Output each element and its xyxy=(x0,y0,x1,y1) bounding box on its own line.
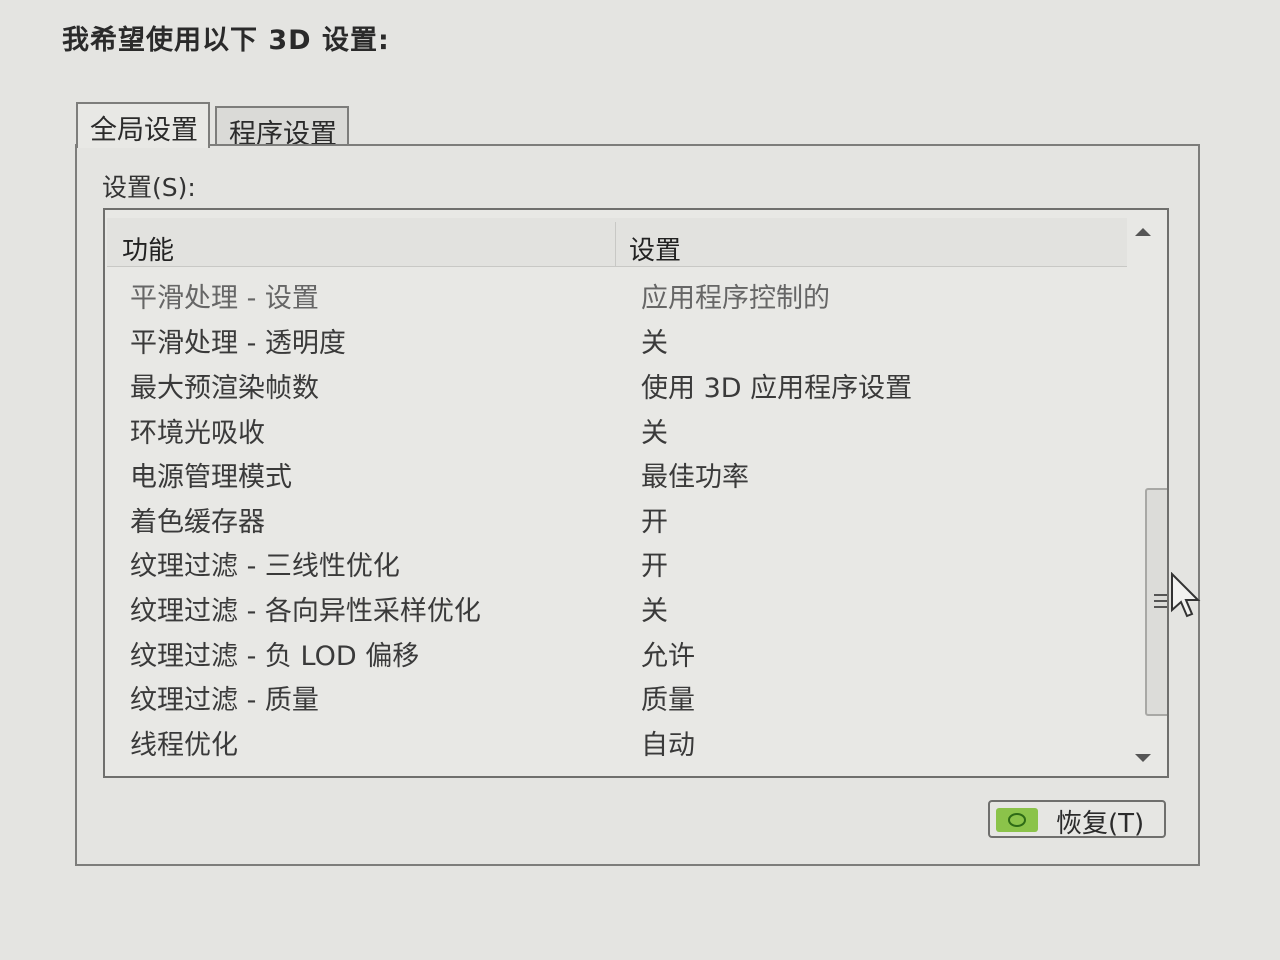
tab-program-settings[interactable]: 程序设置 xyxy=(215,106,349,150)
table-row[interactable]: 最大预渲染帧数 使用 3D 应用程序设置 xyxy=(105,360,1125,404)
settings-list[interactable]: 功能 设置 平滑处理 - 设置 应用程序控制的 平滑处理 - 透明度 关 最大预… xyxy=(103,208,1169,778)
feature-name: 最大预渲染帧数 xyxy=(130,373,319,404)
nvidia-logo-icon xyxy=(996,808,1038,832)
feature-value: 关 xyxy=(641,596,668,627)
feature-name: 纹理过滤 - 质量 xyxy=(130,685,319,716)
feature-value: 自动 xyxy=(641,730,695,761)
feature-name: 平滑处理 - 设置 xyxy=(130,283,319,314)
mouse-cursor-icon xyxy=(1171,572,1201,618)
feature-name: 电源管理模式 xyxy=(130,462,292,493)
table-row[interactable]: 平滑处理 - 透明度 关 xyxy=(105,315,1125,359)
grip-icon xyxy=(1154,594,1167,608)
feature-value: 允许 xyxy=(641,641,695,672)
scroll-up-arrow-icon[interactable] xyxy=(1135,228,1151,236)
table-row[interactable]: 线程优化 自动 xyxy=(105,717,1125,761)
restore-button-label: 恢复(T) xyxy=(1056,809,1145,839)
feature-name: 线程优化 xyxy=(130,730,238,761)
feature-value: 应用程序控制的 xyxy=(641,283,830,314)
feature-value: 开 xyxy=(641,507,668,538)
table-row[interactable]: 电源管理模式 最佳功率 xyxy=(105,449,1125,493)
feature-value: 最佳功率 xyxy=(641,462,749,493)
scroll-thumb[interactable] xyxy=(1145,488,1167,716)
table-row[interactable]: 纹理过滤 - 三线性优化 开 xyxy=(105,538,1125,582)
settings-label: 设置(S): xyxy=(102,173,196,202)
column-header-setting[interactable]: 设置 xyxy=(629,230,681,267)
restore-button[interactable]: 恢复(T) xyxy=(988,800,1166,839)
table-row[interactable]: 纹理过滤 - 负 LOD 偏移 允许 xyxy=(105,628,1125,672)
feature-name: 纹理过滤 - 各向异性采样优化 xyxy=(130,596,481,627)
scroll-down-arrow-icon[interactable] xyxy=(1135,754,1151,762)
table-row[interactable]: 纹理过滤 - 各向异性采样优化 关 xyxy=(105,583,1125,627)
table-row[interactable]: 纹理过滤 - 质量 质量 xyxy=(105,672,1125,716)
feature-name: 平滑处理 - 透明度 xyxy=(130,328,346,359)
feature-name: 环境光吸收 xyxy=(130,418,265,449)
table-row[interactable]: 着色缓存器 开 xyxy=(105,494,1125,538)
feature-value: 关 xyxy=(641,328,668,359)
feature-value: 质量 xyxy=(641,685,695,716)
feature-value: 使用 3D 应用程序设置 xyxy=(641,373,913,404)
feature-value: 开 xyxy=(641,551,668,582)
page-title: 我希望使用以下 3D 设置: xyxy=(62,25,390,56)
feature-name: 纹理过滤 - 负 LOD 偏移 xyxy=(130,641,420,672)
column-header-feature[interactable]: 功能 xyxy=(122,230,174,267)
feature-name: 着色缓存器 xyxy=(130,507,265,538)
vertical-scrollbar[interactable] xyxy=(1127,214,1167,774)
feature-value: 关 xyxy=(641,418,668,449)
table-row[interactable]: 平滑处理 - 设置 应用程序控制的 xyxy=(105,270,1125,314)
tab-global-settings[interactable]: 全局设置 xyxy=(76,102,210,148)
list-header: 功能 设置 xyxy=(107,218,1127,267)
feature-name: 纹理过滤 - 三线性优化 xyxy=(130,551,400,582)
table-row[interactable]: 环境光吸收 关 xyxy=(105,405,1125,449)
column-divider[interactable] xyxy=(615,222,616,266)
